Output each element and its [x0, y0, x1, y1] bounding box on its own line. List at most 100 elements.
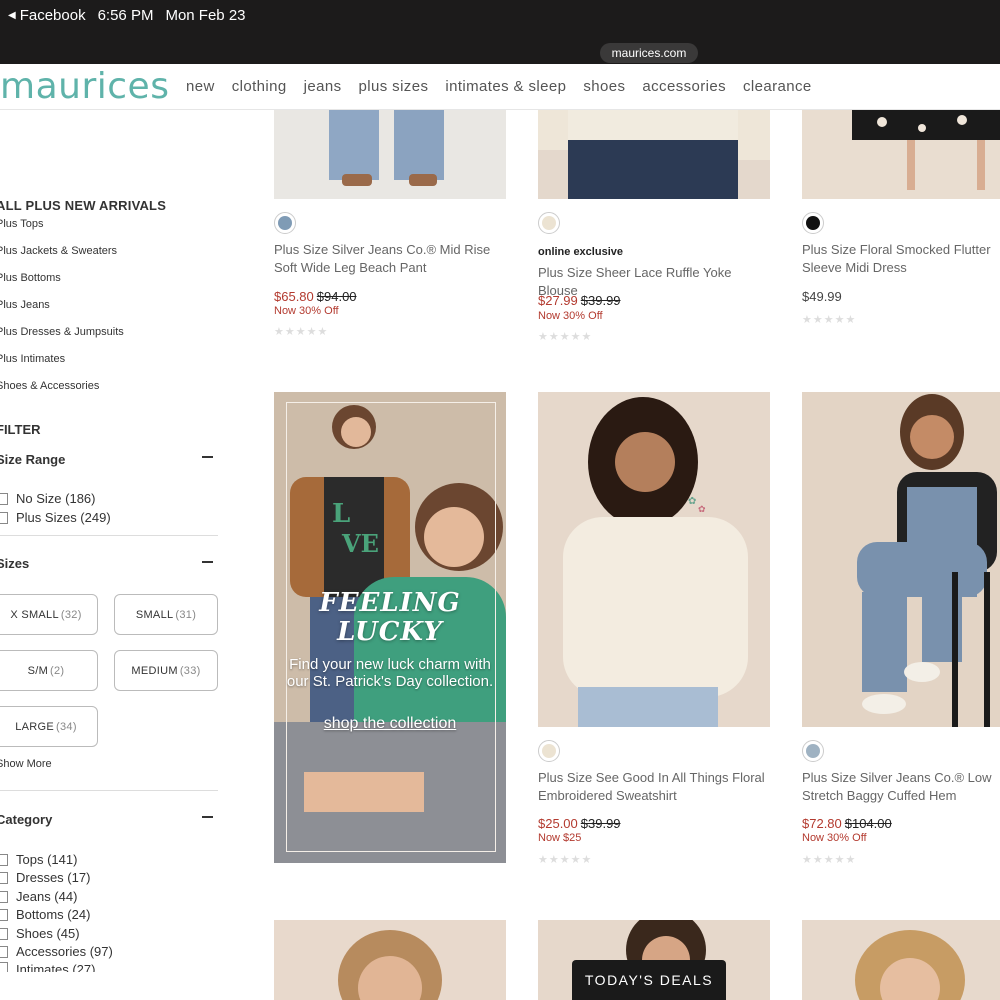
back-app-label[interactable]: Facebook	[20, 7, 86, 24]
size-button-large[interactable]: LARGE (34)	[0, 706, 98, 747]
sidebar-link-shoes-accessories[interactable]: Shoes & Accessories	[0, 380, 99, 392]
show-more-link[interactable]: Show More	[0, 758, 52, 770]
product-image[interactable]	[274, 110, 506, 199]
product-price: $27.99 $39.99	[538, 293, 621, 308]
checkbox[interactable]	[0, 945, 8, 958]
filter-option-label: Plus Sizes (249)	[16, 510, 111, 525]
model-photo	[855, 930, 965, 1000]
shop-collection-link[interactable]: shop the collection	[274, 715, 506, 733]
size-range-heading[interactable]: Size Range	[0, 452, 65, 467]
svg-text:✿: ✿	[688, 496, 696, 507]
checkbox[interactable]	[0, 962, 8, 972]
product-image[interactable]	[538, 110, 770, 199]
filter-option[interactable]: Jeans (44)	[0, 889, 77, 904]
checkbox[interactable]	[0, 908, 8, 921]
category-heading[interactable]: Category	[0, 812, 52, 827]
svg-text:✿: ✿	[698, 504, 706, 514]
sweatshirt-image: ✿✿	[563, 397, 748, 727]
color-swatch[interactable]	[538, 740, 560, 762]
nav-shoes[interactable]: shoes	[583, 78, 625, 95]
swatch-color	[542, 216, 556, 230]
size-button-medium[interactable]: MEDIUM (33)	[114, 650, 218, 691]
product-image[interactable]	[802, 392, 1000, 727]
discount-label: Now 30% Off	[802, 832, 867, 844]
discount-label: Now 30% Off	[274, 305, 339, 317]
collapse-minus-icon[interactable]	[202, 561, 213, 563]
wide-leg-pants-image	[329, 110, 444, 186]
status-bar: ◀ Facebook 6:56 PM Mon Feb 23 maurices.c…	[0, 0, 1000, 64]
nav-intimates-sleep[interactable]: intimates & sleep	[445, 78, 566, 95]
rating-stars: ★★★★★	[274, 326, 329, 338]
back-arrow-icon[interactable]: ◀	[8, 10, 16, 21]
checkbox[interactable]	[0, 890, 8, 903]
color-swatch[interactable]	[802, 740, 824, 762]
site-header: maurices new clothing jeans plus sizes i…	[0, 64, 1000, 110]
product-image[interactable]	[274, 920, 506, 1000]
product-title[interactable]: Plus Size See Good In All Things Floral …	[538, 769, 773, 805]
nav-clothing[interactable]: clothing	[232, 78, 287, 95]
filter-option[interactable]: No Size (186)	[0, 491, 95, 506]
product-price: $49.99	[802, 289, 842, 304]
filter-option[interactable]: Shoes (45)	[0, 926, 80, 941]
sidebar-link-plus-bottoms[interactable]: Plus Bottoms	[0, 272, 61, 284]
lace-blouse-image	[538, 110, 770, 199]
product-image[interactable]: ✿ ✿	[538, 392, 770, 727]
todays-deals-button[interactable]: TODAY'S DEALS	[572, 960, 726, 1000]
promo-banner[interactable]: L VE FEELING LUCKY Find your new luck ch…	[274, 392, 506, 863]
nav-plus-sizes[interactable]: plus sizes	[358, 78, 428, 95]
color-swatch[interactable]	[538, 212, 560, 234]
filter-option[interactable]: Intimates (27)	[0, 962, 95, 972]
nav-accessories[interactable]: accessories	[642, 78, 726, 95]
product-title[interactable]: Plus Size Silver Jeans Co.® Mid Rise Sof…	[274, 241, 509, 277]
maurices-logo[interactable]: maurices	[0, 66, 169, 107]
filter-option[interactable]: Accessories (97)	[0, 944, 113, 959]
online-exclusive-badge: online exclusive	[538, 246, 623, 258]
nav-jeans[interactable]: jeans	[304, 78, 342, 95]
nav-clearance[interactable]: clearance	[743, 78, 812, 95]
filter-option[interactable]: Plus Sizes (249)	[0, 510, 111, 525]
sidebar-title[interactable]: ALL PLUS NEW ARRIVALS	[0, 198, 166, 213]
checkbox[interactable]	[0, 853, 8, 866]
product-price: $25.00 $39.99	[538, 816, 621, 831]
sidebar-link-plus-intimates[interactable]: Plus Intimates	[0, 353, 65, 365]
filter-option[interactable]: Dresses (17)	[0, 870, 90, 885]
floral-dress-image	[852, 110, 1000, 190]
rating-stars: ★★★★★	[802, 314, 857, 326]
sidebar-link-plus-dresses[interactable]: Plus Dresses & Jumpsuits	[0, 326, 124, 338]
main-nav: new clothing jeans plus sizes intimates …	[186, 78, 812, 95]
sizes-heading[interactable]: Sizes	[0, 556, 29, 571]
promo-headline-line2: LUCKY	[337, 617, 443, 647]
product-image[interactable]	[802, 920, 1000, 1000]
checkbox[interactable]	[0, 927, 8, 940]
nav-new[interactable]: new	[186, 78, 215, 95]
size-button-x-small[interactable]: X SMALL (32)	[0, 594, 98, 635]
size-button-s-m[interactable]: S/M (2)	[0, 650, 98, 691]
promo-subtext: Find your new luck charm with our St. Pa…	[286, 656, 494, 690]
product-image[interactable]	[802, 110, 1000, 199]
promo-headline-line1: FEELING	[319, 588, 461, 618]
filter-option[interactable]: Tops (141)	[0, 852, 77, 867]
checkbox[interactable]	[0, 511, 8, 524]
color-swatch[interactable]	[274, 212, 296, 234]
product-price: $72.80 $104.00	[802, 816, 892, 831]
filter-option-label: Tops (141)	[16, 852, 78, 867]
product-title[interactable]: Plus Size Floral Smocked Flutter Sleeve …	[802, 241, 1000, 277]
filter-option-label: Dresses (17)	[16, 870, 91, 885]
product-title[interactable]: Plus Size Silver Jeans Co.® Low Stretch …	[802, 769, 1000, 805]
checkbox[interactable]	[0, 492, 8, 505]
swatch-color	[806, 216, 820, 230]
swatch-color	[278, 216, 292, 230]
swatch-color	[542, 744, 556, 758]
sidebar-link-plus-jackets[interactable]: Plus Jackets & Sweaters	[0, 245, 117, 257]
size-button-small[interactable]: SMALL (31)	[114, 594, 218, 635]
collapse-minus-icon[interactable]	[202, 816, 213, 818]
checkbox[interactable]	[0, 871, 8, 884]
sidebar-link-plus-tops[interactable]: Plus Tops	[0, 218, 44, 230]
overalls-image	[857, 394, 997, 727]
filter-option[interactable]: Bottoms (24)	[0, 907, 90, 922]
discount-label: Now $25	[538, 832, 582, 844]
collapse-minus-icon[interactable]	[202, 456, 213, 458]
url-pill[interactable]: maurices.com	[600, 43, 698, 63]
color-swatch[interactable]	[802, 212, 824, 234]
sidebar-link-plus-jeans[interactable]: Plus Jeans	[0, 299, 50, 311]
